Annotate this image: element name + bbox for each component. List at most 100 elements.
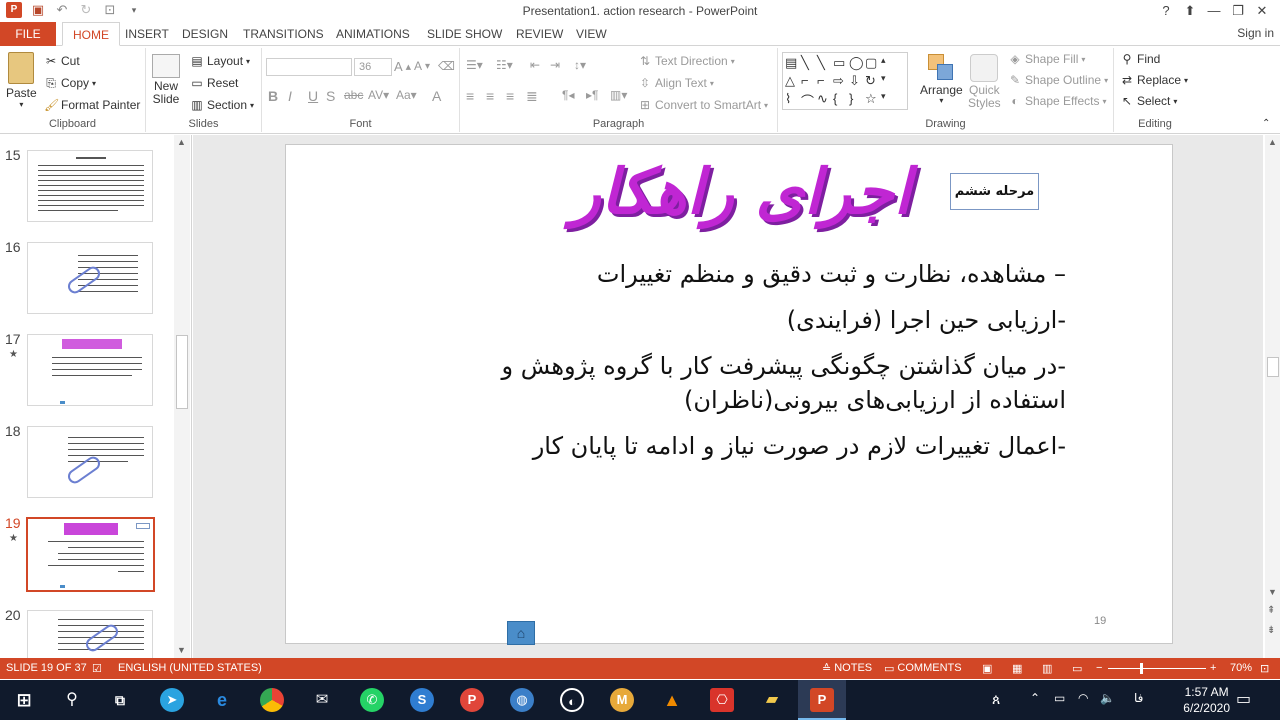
shadow-icon[interactable]: S xyxy=(326,88,335,104)
gallery-more-icon[interactable]: ▾ xyxy=(881,91,897,109)
network-globe-icon[interactable]: ◍ xyxy=(510,688,534,712)
slide-thumbnail-20[interactable] xyxy=(27,610,153,658)
sign-in-link[interactable]: Sign in xyxy=(1237,26,1274,40)
slide-sorter-icon[interactable]: ▦ xyxy=(1012,662,1022,675)
normal-view-icon[interactable]: ▣ xyxy=(982,662,992,675)
app-s-icon[interactable]: S xyxy=(410,688,434,712)
freeform-shape-icon[interactable]: ⌇ xyxy=(785,91,801,109)
new-slide-button[interactable]: New Slide xyxy=(152,54,180,105)
align-left-icon[interactable]: ≡ xyxy=(466,88,474,104)
shapes-gallery[interactable]: ▤ ╲ ╲ ▭ ◯ ▢ ▴ △ ⌐ ⌐ ⇨ ⇩ ↻ ▾ ⌇ ⌒ ∿ { } ☆ … xyxy=(782,52,908,110)
italic-icon[interactable]: I xyxy=(288,88,292,104)
file-explorer-icon[interactable]: ▰ xyxy=(760,688,784,712)
battery-icon[interactable]: ▭ xyxy=(1054,691,1065,705)
slide-canvas[interactable]: اجرای راهکار مرحله ششم – مشاهده، نظارت و… xyxy=(285,144,1173,645)
notification-icon[interactable]: ▭ xyxy=(1236,689,1251,709)
zoom-slider[interactable] xyxy=(1108,668,1206,669)
people-icon[interactable]: ጰ xyxy=(992,691,1000,708)
justify-icon[interactable]: ≣ xyxy=(526,88,538,105)
select-button[interactable]: ↖ Select ▾ xyxy=(1120,94,1177,108)
columns-icon[interactable]: ▥▾ xyxy=(610,88,627,102)
notes-button[interactable]: ≙ NOTES xyxy=(822,662,872,675)
telegram-icon[interactable]: ➤ xyxy=(160,688,184,712)
windows-start-icon[interactable]: ⊞ xyxy=(12,688,36,712)
underline-icon[interactable]: U xyxy=(308,88,318,104)
mail-icon[interactable]: ✉ xyxy=(310,688,334,712)
numbering-icon[interactable]: ☷▾ xyxy=(496,58,513,72)
search-icon[interactable]: ⚲ xyxy=(60,688,84,712)
zoom-level[interactable]: 70% xyxy=(1230,662,1252,674)
previous-slide-icon[interactable]: ⇞ xyxy=(1267,605,1275,616)
elbow2-shape-icon[interactable]: ⌐ xyxy=(817,73,833,91)
fit-slide-icon[interactable]: ⊡ xyxy=(1260,662,1269,675)
task-view-icon[interactable]: ⧉ xyxy=(108,688,132,712)
restore-icon[interactable]: ❐ xyxy=(1226,0,1250,22)
arc-shape-icon[interactable]: ⌒ xyxy=(801,91,817,109)
app-p-icon[interactable]: P xyxy=(460,688,484,712)
slide-thumbnail-17[interactable] xyxy=(27,334,153,406)
clear-formatting-icon[interactable]: ⌫ xyxy=(438,59,455,73)
oval-shape-icon[interactable]: ◯ xyxy=(849,55,865,73)
wifi-icon[interactable]: ◠ xyxy=(1078,691,1088,705)
slide-scroll-thumb[interactable] xyxy=(1267,357,1279,377)
brace-close-shape-icon[interactable]: } xyxy=(849,91,865,109)
slide-thumbnail-18[interactable] xyxy=(27,426,153,498)
tab-animations[interactable]: ANIMATIONS xyxy=(336,22,410,46)
tray-chevron-icon[interactable]: ⌃ xyxy=(1030,691,1040,705)
decrease-font-icon[interactable]: A ▾ xyxy=(414,59,430,73)
ribbon-display-icon[interactable]: ⬆ xyxy=(1178,0,1202,22)
tab-transitions[interactable]: TRANSITIONS xyxy=(243,22,324,46)
brace-open-shape-icon[interactable]: { xyxy=(833,91,849,109)
elbow-shape-icon[interactable]: ⌐ xyxy=(801,73,817,91)
slideshow-view-icon[interactable]: ▭ xyxy=(1072,662,1082,675)
stage-label-box[interactable]: مرحله ششم xyxy=(950,173,1039,210)
shape-fill-button[interactable]: ◈ Shape Fill ▾ xyxy=(1008,52,1085,66)
thumbnail-scrollbar[interactable]: ▲ ▼ xyxy=(174,135,190,658)
convert-smartart-button[interactable]: ⊞ Convert to SmartArt ▾ xyxy=(638,98,768,112)
app-m-icon[interactable]: M xyxy=(610,688,634,712)
thumbnail-scroll-thumb[interactable] xyxy=(176,335,188,409)
comments-button[interactable]: ▭ COMMENTS xyxy=(884,662,962,675)
taskbar-clock[interactable]: 1:57 AM 6/2/2020 xyxy=(1183,684,1230,716)
edge-icon[interactable]: e xyxy=(210,688,234,712)
bold-icon[interactable]: B xyxy=(268,88,278,104)
arrow-down-shape-icon[interactable]: ⇩ xyxy=(849,73,865,91)
align-center-icon[interactable]: ≡ xyxy=(486,88,494,104)
app-circle-icon[interactable]: ◐ xyxy=(560,688,584,712)
tab-design[interactable]: DESIGN xyxy=(182,22,228,46)
pdf-icon[interactable]: ⎔ xyxy=(710,688,734,712)
rtl-icon[interactable]: ¶◂ xyxy=(562,88,574,102)
arrow-right-shape-icon[interactable]: ⇨ xyxy=(833,73,849,91)
powerpoint-taskbar-item[interactable]: P xyxy=(798,680,846,720)
curve2-shape-icon[interactable]: ∿ xyxy=(817,91,833,109)
next-slide-icon[interactable]: ⇟ xyxy=(1267,625,1275,636)
slide-thumbnail-16[interactable] xyxy=(27,242,153,314)
language-indicator[interactable]: ENGLISH (UNITED STATES) xyxy=(118,662,262,674)
decrease-indent-icon[interactable]: ⇤ xyxy=(530,58,540,72)
reading-view-icon[interactable]: ▥ xyxy=(1042,662,1052,675)
help-icon[interactable]: ? xyxy=(1154,0,1178,22)
slide-thumbnail-19[interactable] xyxy=(26,517,155,592)
close-icon[interactable]: ✕ xyxy=(1250,0,1274,22)
increase-indent-icon[interactable]: ⇥ xyxy=(550,58,560,72)
cut-button[interactable]: ✂ Cut xyxy=(44,54,80,68)
spell-check-icon[interactable]: ☑ xyxy=(92,662,102,675)
curve-shape-icon[interactable]: ↻ xyxy=(865,73,881,91)
triangle-shape-icon[interactable]: △ xyxy=(785,73,801,91)
textbox-shape-icon[interactable]: ▤ xyxy=(785,55,801,73)
shape-effects-button[interactable]: ◐ Shape Effects ▾ xyxy=(1008,94,1106,108)
zoom-slider-thumb[interactable] xyxy=(1140,663,1143,674)
tab-home[interactable]: HOME xyxy=(62,22,120,46)
slide-thumbnail-15[interactable] xyxy=(27,150,153,222)
home-action-button[interactable]: ⌂ xyxy=(507,621,535,645)
line2-shape-icon[interactable]: ╲ xyxy=(817,55,833,73)
font-color-icon[interactable]: A xyxy=(432,88,441,104)
slide-title[interactable]: اجرای راهکار xyxy=(556,155,926,255)
find-button[interactable]: ⚲ Find xyxy=(1120,52,1161,66)
bullets-icon[interactable]: ☰▾ xyxy=(466,58,483,72)
line-spacing-icon[interactable]: ↕▾ xyxy=(574,58,586,72)
scroll-down-icon[interactable]: ▼ xyxy=(1268,587,1277,597)
line-shape-icon[interactable]: ╲ xyxy=(801,55,817,73)
reset-button[interactable]: ▭ Reset xyxy=(190,76,238,90)
slide-body-text[interactable]: – مشاهده، نظارت و ثبت دقیق و منظم تغییرا… xyxy=(486,257,1067,475)
